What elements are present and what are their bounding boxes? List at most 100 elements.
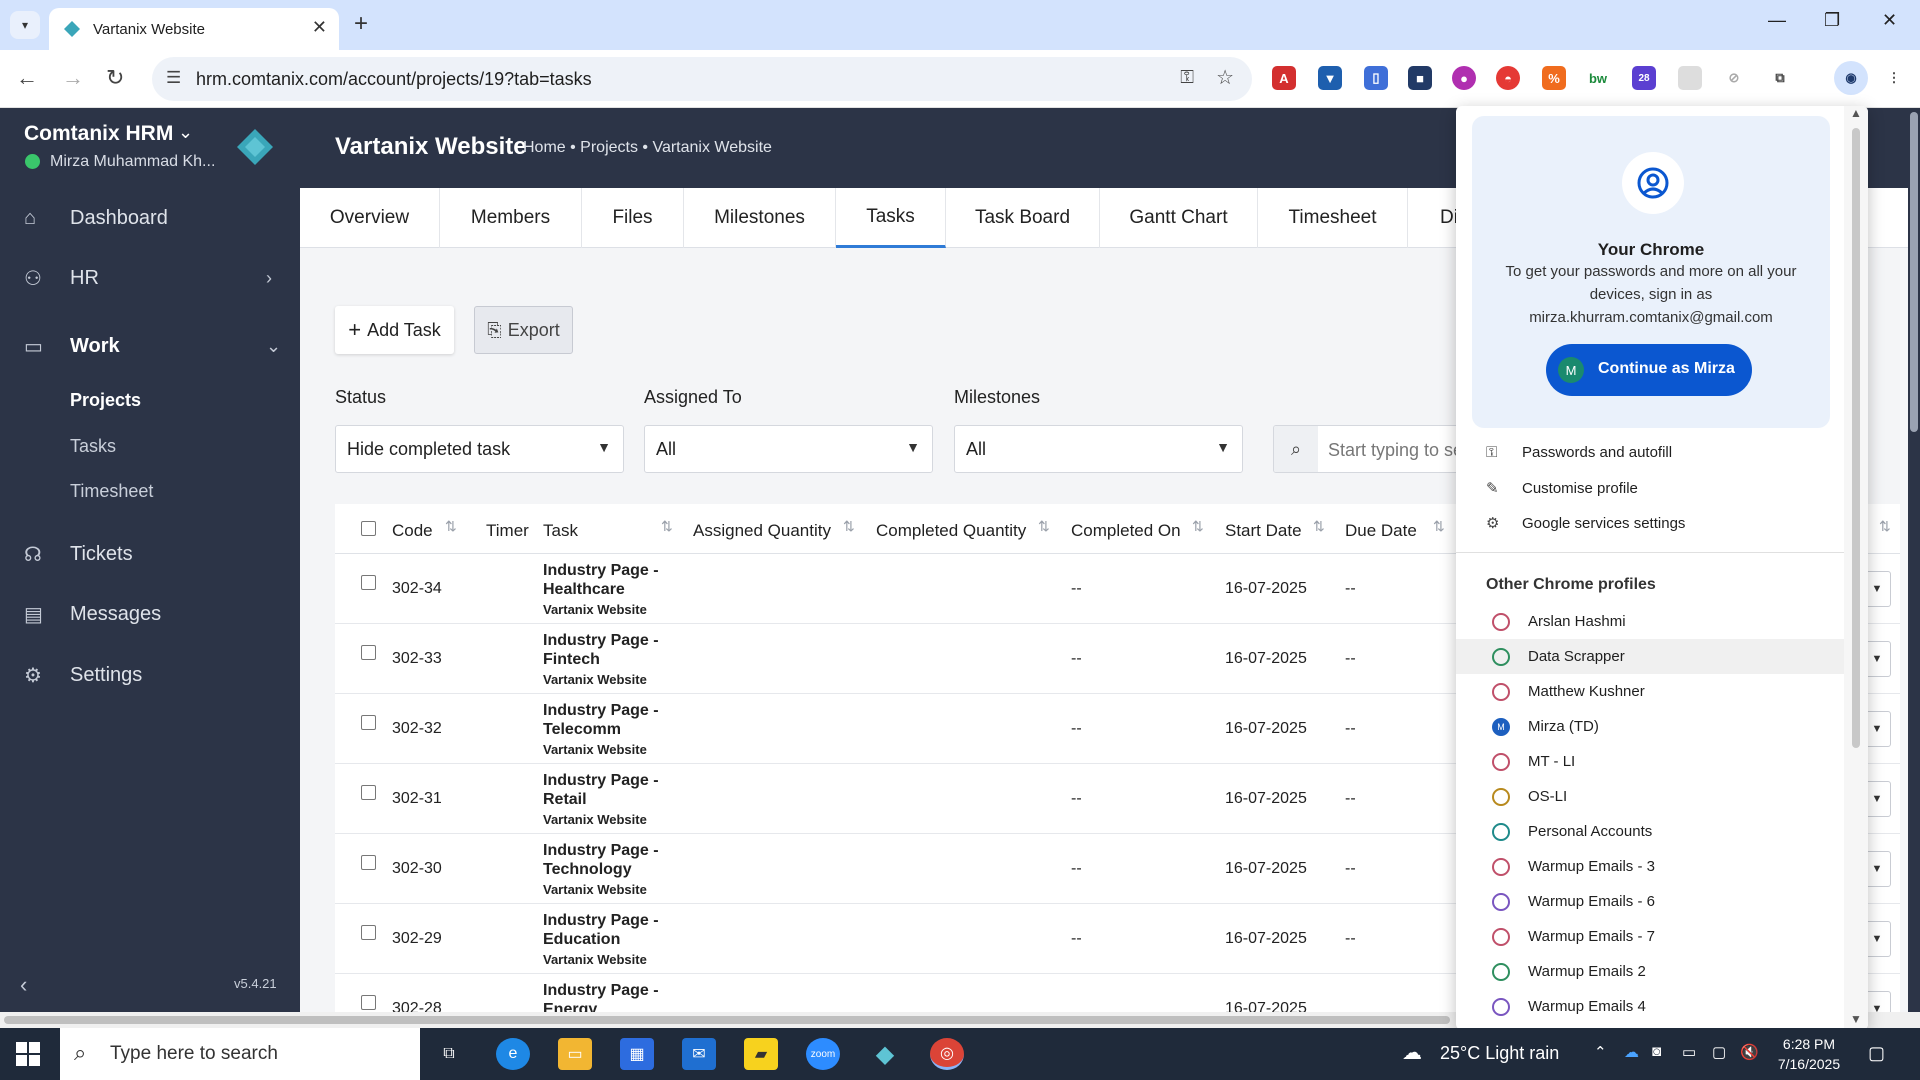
chevron-down-icon[interactable]: ⌄ — [178, 122, 193, 143]
tab-search-button[interactable]: ▾ — [10, 11, 40, 39]
tab-overview[interactable]: Overview — [300, 188, 440, 248]
row-checkbox[interactable] — [361, 645, 376, 660]
chrome-profile-item[interactable]: Data Scrapper — [1456, 639, 1844, 674]
address-bar[interactable]: ☰ hrm.comtanix.com/account/projects/19?t… — [152, 57, 1252, 101]
collapse-sidebar-icon[interactable]: ‹ — [20, 972, 27, 998]
sort-icon[interactable]: ⇅ — [843, 518, 855, 535]
tray-chevron-up-icon[interactable]: ⌃ — [1594, 1043, 1607, 1061]
store-icon[interactable]: ▦ — [620, 1038, 654, 1070]
sidebar-item-messages[interactable]: ▤ Messages — [0, 594, 300, 634]
row-checkbox[interactable] — [361, 925, 376, 940]
extensions-puzzle-icon[interactable]: ⧉ — [1768, 66, 1792, 90]
taskbar-search-input[interactable]: ⌕ Type here to search — [60, 1028, 420, 1080]
brand-name[interactable]: Comtanix HRM — [24, 122, 173, 146]
chrome-profile-item[interactable]: Personal Accounts — [1456, 814, 1844, 849]
tab-task-board[interactable]: Task Board — [946, 188, 1100, 248]
network-icon[interactable]: ▢ — [1712, 1043, 1726, 1061]
sort-icon[interactable]: ⇅ — [1038, 518, 1050, 535]
url-text[interactable]: hrm.comtanix.com/account/projects/19?tab… — [196, 69, 592, 90]
browser-tab[interactable]: Vartanix Website ✕ — [49, 8, 339, 50]
row-checkbox[interactable] — [361, 855, 376, 870]
sidebar-subitem-timesheet[interactable]: Timesheet — [70, 481, 153, 502]
tab-files[interactable]: Files — [582, 188, 684, 248]
chrome-profile-item[interactable]: M Mirza (TD) — [1456, 709, 1844, 744]
sort-icon[interactable]: ⇅ — [1313, 518, 1325, 535]
volume-mute-icon[interactable]: 🔇 — [1740, 1043, 1759, 1061]
menu-passwords-autofill[interactable]: ⚿ Passwords and autofill — [1486, 444, 1672, 461]
chrome-profile-item[interactable]: MT - LI — [1456, 744, 1844, 779]
sort-icon[interactable]: ⇅ — [1879, 518, 1891, 535]
password-key-icon[interactable]: ⚿ — [1180, 67, 1194, 88]
scrollbar-thumb[interactable] — [4, 1016, 1450, 1024]
restore-icon[interactable]: ❐ — [1824, 10, 1840, 31]
chrome-profile-item[interactable]: Warmup Emails - 6 — [1456, 884, 1844, 919]
close-window-icon[interactable]: ✕ — [1882, 10, 1897, 31]
column-code[interactable]: Code — [392, 521, 433, 541]
sidebar-subitem-projects[interactable]: Projects — [70, 390, 141, 411]
chrome-profile-item[interactable]: Warmup Emails - 7 — [1456, 919, 1844, 954]
status-select[interactable]: Hide completed task ▼ — [335, 425, 624, 473]
comtanix-app-icon[interactable]: ◆ — [868, 1038, 902, 1070]
bookmark-star-icon[interactable]: ☆ — [1216, 65, 1234, 90]
sort-icon[interactable]: ⇅ — [661, 518, 673, 535]
tab-milestones[interactable]: Milestones — [684, 188, 836, 248]
minimize-icon[interactable]: — — [1768, 10, 1786, 31]
sort-icon[interactable]: ⇅ — [1192, 518, 1204, 535]
menu-customise-profile[interactable]: ✎ Customise profile — [1486, 479, 1638, 497]
task-name[interactable]: Industry Page - Telecomm — [543, 701, 693, 739]
pokeball-extension-icon[interactable]: ◓ — [1496, 66, 1520, 90]
task-name[interactable]: Industry Page - Retail — [543, 771, 693, 809]
back-icon[interactable]: ← — [16, 65, 38, 91]
column-task[interactable]: Task — [543, 521, 578, 541]
popup-scrollbar[interactable]: ▲ ▼ — [1844, 106, 1868, 1030]
chrome-profile-item[interactable]: Matthew Kushner — [1456, 674, 1844, 709]
export-button[interactable]: ⎘ Export — [474, 306, 573, 354]
sidebar-subitem-tasks[interactable]: Tasks — [70, 436, 116, 457]
pdf-extension-icon[interactable]: A — [1272, 66, 1296, 90]
scrollbar-thumb[interactable] — [1852, 128, 1860, 748]
column-completed-quantity[interactable]: Completed Quantity — [876, 521, 1026, 541]
assigned-to-select[interactable]: All ▼ — [644, 425, 933, 473]
menu-google-services[interactable]: ⚙ Google services settings — [1486, 514, 1685, 532]
scroll-up-icon[interactable]: ▲ — [1850, 106, 1862, 120]
chrome-profile-item[interactable]: OS-LI — [1456, 779, 1844, 814]
sidebar-item-dashboard[interactable]: ⌂ Dashboard — [0, 198, 300, 238]
task-name[interactable]: Industry Page - Healthcare — [543, 561, 693, 599]
mail-icon[interactable]: ✉ — [682, 1038, 716, 1070]
ai-extension-icon[interactable]: % — [1542, 66, 1566, 90]
column-start-date[interactable]: Start Date — [1225, 521, 1302, 541]
add-task-button[interactable]: + Add Task — [335, 306, 454, 354]
forward-icon[interactable]: → — [62, 65, 84, 91]
sort-icon[interactable]: ⇅ — [445, 518, 457, 535]
tab-timesheet[interactable]: Timesheet — [1258, 188, 1408, 248]
new-tab-button[interactable]: + — [354, 10, 368, 38]
compass-extension-icon[interactable]: ⊘ — [1722, 66, 1746, 90]
chrome-profile-item[interactable]: Warmup Emails 4 — [1456, 989, 1844, 1024]
column-assigned-quantity[interactable]: Assigned Quantity — [693, 521, 831, 541]
windows-start-icon[interactable] — [16, 1042, 40, 1066]
folder-extension-icon[interactable]: ■ — [1408, 66, 1432, 90]
weather-text[interactable]: 25°C Light rain — [1440, 1043, 1559, 1064]
row-checkbox[interactable] — [361, 785, 376, 800]
edge-icon[interactable]: e — [496, 1038, 530, 1070]
task-search-input[interactable]: ⌕ Start typing to se — [1273, 425, 1473, 473]
tab-gantt-chart[interactable]: Gantt Chart — [1100, 188, 1258, 248]
task-name[interactable]: Industry Page - Energy — [543, 981, 693, 1012]
file-explorer-icon[interactable]: ▭ — [558, 1038, 592, 1070]
chrome-menu-icon[interactable]: ⋮ — [1882, 66, 1906, 90]
task-name[interactable]: Industry Page - Technology — [543, 841, 693, 879]
shield-extension-icon[interactable]: ▼ — [1318, 66, 1342, 90]
mail-extension-icon[interactable]: 28 — [1632, 66, 1656, 90]
scrollbar-thumb[interactable] — [1910, 112, 1918, 432]
tab-tasks[interactable]: Tasks — [836, 188, 946, 248]
battery-icon[interactable]: ▭ — [1682, 1043, 1696, 1061]
sidebar-item-work[interactable]: ▭ Work ⌄ — [0, 326, 300, 366]
sidebar-item-tickets[interactable]: ☊ Tickets — [0, 534, 300, 574]
site-info-icon[interactable]: ☰ — [166, 68, 181, 88]
breadcrumb[interactable]: Home • Projects • Vartanix Website — [523, 139, 772, 157]
zoom-icon[interactable]: zoom — [806, 1038, 840, 1070]
row-checkbox[interactable] — [361, 715, 376, 730]
sticky-notes-icon[interactable]: ▰ — [744, 1038, 778, 1070]
grey-extension-icon[interactable] — [1678, 66, 1702, 90]
chrome-profile-item[interactable]: Warmup Emails - 3 — [1456, 849, 1844, 884]
